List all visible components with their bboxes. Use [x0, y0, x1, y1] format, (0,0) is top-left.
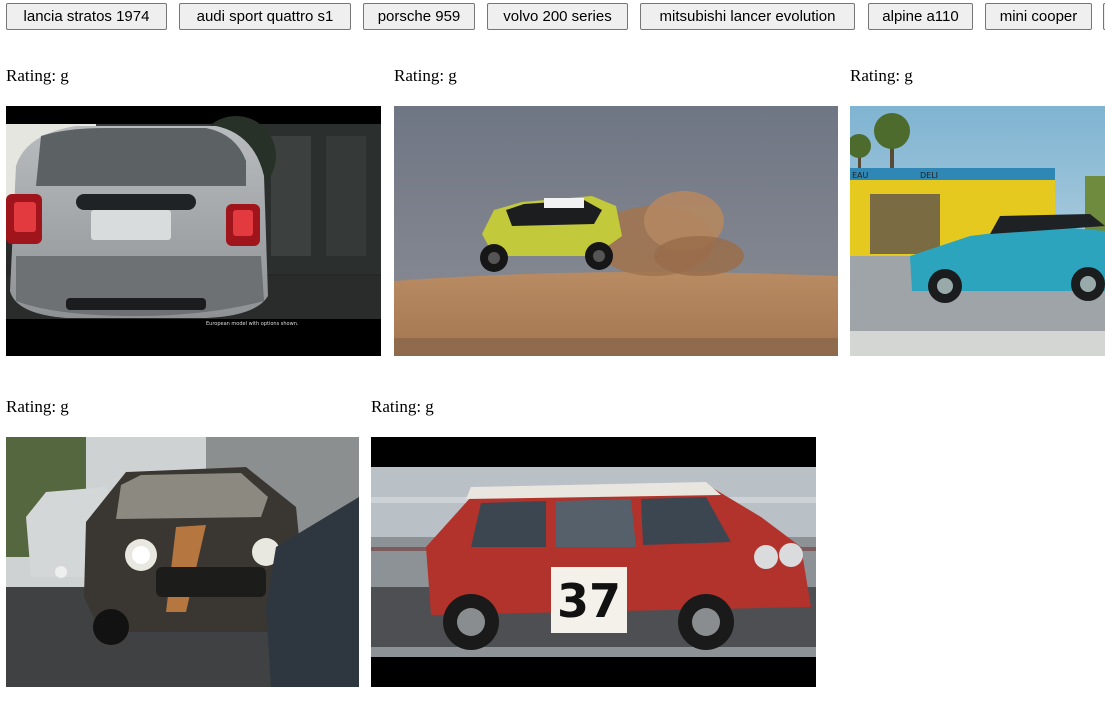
race-number: 37	[557, 574, 621, 628]
disclaimer-text: European model with options shown.	[206, 321, 299, 327]
search-button-lancia-stratos-1974[interactable]: lancia stratos 1974	[6, 3, 167, 30]
rating-label: Rating: g	[6, 66, 69, 85]
gif-image[interactable]: European model with options shown.	[6, 106, 381, 356]
gif-card: Rating: g	[6, 65, 381, 356]
rating-label: Rating: g	[371, 397, 434, 416]
search-button-porsche-959[interactable]: porsche 959	[363, 3, 475, 30]
gif-card: Rating: g	[394, 65, 838, 356]
rating-label: Rating: g	[394, 66, 457, 85]
search-button-mini-cooper[interactable]: mini cooper	[985, 3, 1092, 30]
desert-rally-scene	[394, 106, 838, 356]
gif-image[interactable]: 37	[371, 437, 816, 687]
mini-rear-scene: European model with options shown.	[6, 106, 381, 356]
gif-card: Rating: g EAU DELI	[850, 65, 1105, 356]
gif-card: Rating: g	[6, 396, 359, 687]
rating-label: Rating: g	[850, 66, 913, 85]
gif-card: Rating: g 37	[371, 396, 816, 687]
sign-text-left: EAU	[852, 171, 869, 180]
search-button-mitsubishi-lancer-evolution[interactable]: mitsubishi lancer evolution	[640, 3, 855, 30]
gif-image[interactable]	[6, 437, 359, 687]
sign-text-right: DELI	[920, 171, 938, 180]
convertible-street-scene: EAU DELI	[850, 106, 1105, 356]
gif-image[interactable]: EAU DELI	[850, 106, 1105, 356]
classic-rally-mini-scene: 37	[371, 437, 816, 687]
rating-label: Rating: g	[6, 397, 69, 416]
search-button-alpine-a110[interactable]: alpine a110	[868, 3, 973, 30]
search-button-bar: lancia stratos 1974 audi sport quattro s…	[6, 3, 1105, 31]
search-button-audi-sport-quattro-s1[interactable]: audi sport quattro s1	[179, 3, 351, 30]
search-button-volvo-200-series[interactable]: volvo 200 series	[487, 3, 628, 30]
gif-image[interactable]	[394, 106, 838, 356]
car-parade-scene	[6, 437, 359, 687]
